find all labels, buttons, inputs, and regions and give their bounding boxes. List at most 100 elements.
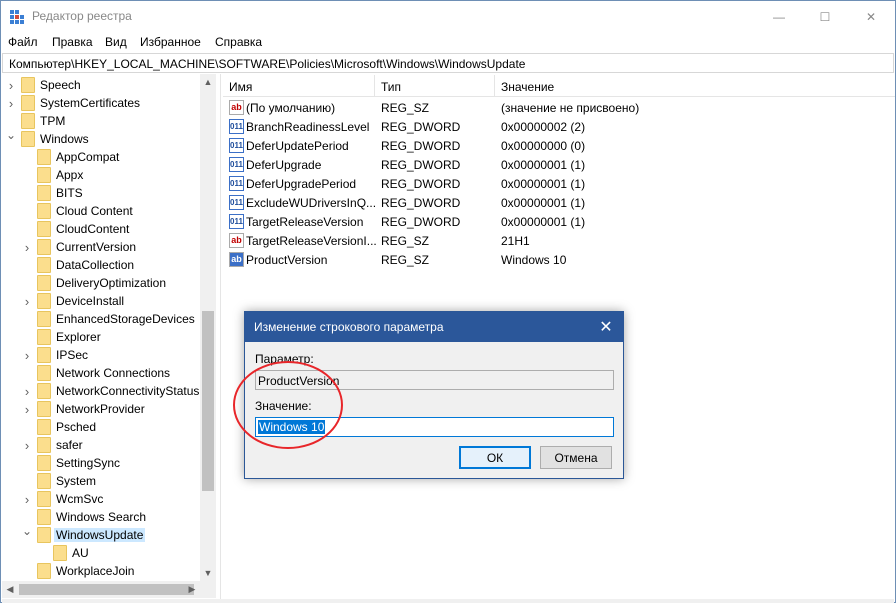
menu-help[interactable]: Справка bbox=[215, 35, 262, 49]
value-row[interactable]: 011 TargetReleaseVersion REG_DWORD 0x000000… bbox=[223, 212, 895, 231]
tree-item[interactable]: › NetworkProvider bbox=[2, 400, 202, 418]
tree-item-label: DeviceInstall bbox=[56, 294, 125, 308]
value-row[interactable]: ab ProductVersion REG_SZ Windows 10 bbox=[223, 250, 895, 269]
tree-item[interactable]: BITS bbox=[2, 184, 202, 202]
value-type: REG_DWORD bbox=[381, 158, 461, 172]
tree-item[interactable]: Appx bbox=[2, 166, 202, 184]
column-name-header[interactable]: Имя bbox=[229, 80, 252, 94]
tree-item[interactable]: Psched bbox=[2, 418, 202, 436]
tree-item[interactable]: › WcmSvc bbox=[2, 490, 202, 508]
close-button[interactable]: ✕ bbox=[848, 1, 894, 32]
column-type-header[interactable]: Тип bbox=[381, 80, 401, 94]
folder-icon bbox=[37, 365, 51, 381]
tree-hscroll-thumb[interactable] bbox=[19, 584, 194, 595]
chevron-right-icon[interactable]: › bbox=[21, 238, 33, 256]
column-separator[interactable] bbox=[494, 75, 495, 97]
chevron-right-icon[interactable]: › bbox=[5, 94, 17, 112]
tree-item[interactable]: › IPSec bbox=[2, 346, 202, 364]
address-bar[interactable]: Компьютер\HKEY_LOCAL_MACHINE\SOFTWARE\Po… bbox=[2, 53, 894, 73]
tree-item-label: CloudContent bbox=[56, 222, 130, 236]
folder-icon bbox=[37, 527, 51, 543]
tree-item-label: SystemCertificates bbox=[40, 96, 141, 110]
menu-file[interactable]: Файл bbox=[8, 35, 38, 49]
scroll-right-icon[interactable]: ▶ bbox=[184, 581, 200, 597]
cancel-button[interactable]: Отмена bbox=[540, 446, 612, 469]
chevron-down-icon[interactable]: ⌄ bbox=[5, 130, 17, 144]
folder-icon bbox=[21, 113, 35, 129]
tree-item[interactable]: › Speech bbox=[2, 76, 202, 94]
tree-item-label: BITS bbox=[56, 186, 83, 200]
maximize-icon: ☐ bbox=[819, 9, 831, 24]
tree-item[interactable]: CloudContent bbox=[2, 220, 202, 238]
tree-item[interactable]: › SystemCertificates bbox=[2, 94, 202, 112]
tree-item[interactable]: ⌄ Windows bbox=[2, 130, 202, 148]
value-row[interactable]: 011 ExcludeWUDriversInQ... REG_DWORD 0x0000… bbox=[223, 193, 895, 212]
tree-item[interactable]: › safer bbox=[2, 436, 202, 454]
value-row[interactable]: 011 DeferUpdatePeriod REG_DWORD 0x00000000 … bbox=[223, 136, 895, 155]
tree-item[interactable]: Windows Search bbox=[2, 508, 202, 526]
maximize-button[interactable]: ☐ bbox=[802, 1, 848, 32]
tree-item[interactable]: ⌄ WindowsUpdate bbox=[2, 526, 202, 544]
value-row[interactable]: 011 DeferUpgrade REG_DWORD 0x00000001 (1) bbox=[223, 155, 895, 174]
dialog-title-bar[interactable]: Изменение строкового параметра ✕ bbox=[245, 312, 623, 342]
scroll-up-icon[interactable]: ▲ bbox=[200, 74, 216, 90]
value-row[interactable]: 011 BranchReadinessLevel REG_DWORD 0x000000… bbox=[223, 117, 895, 136]
chevron-right-icon[interactable]: › bbox=[5, 76, 17, 94]
folder-icon bbox=[37, 347, 51, 363]
regedit-app-icon bbox=[10, 10, 24, 24]
chevron-right-icon[interactable]: › bbox=[21, 436, 33, 454]
tree-item[interactable]: EnhancedStorageDevices bbox=[2, 310, 202, 328]
column-value-header[interactable]: Значение bbox=[501, 80, 554, 94]
value-row[interactable]: ab (По умолчанию) REG_SZ (значение не присв… bbox=[223, 98, 895, 117]
tree-item[interactable]: DeliveryOptimization bbox=[2, 274, 202, 292]
tree-item[interactable]: SettingSync bbox=[2, 454, 202, 472]
tree-item-label: DeliveryOptimization bbox=[56, 276, 167, 290]
tree-item[interactable]: › DeviceInstall bbox=[2, 292, 202, 310]
title-bar[interactable]: Редактор реестра — ☐ ✕ bbox=[1, 1, 895, 32]
ok-button[interactable]: ОК bbox=[459, 446, 531, 469]
chevron-right-icon[interactable]: › bbox=[21, 382, 33, 400]
tree-item-label: Windows bbox=[40, 132, 89, 146]
scroll-down-icon[interactable]: ▼ bbox=[200, 565, 216, 581]
menu-favorites[interactable]: Избранное bbox=[140, 35, 201, 49]
dialog-close-button[interactable]: ✕ bbox=[589, 312, 623, 342]
value-row[interactable]: 011 DeferUpgradePeriod REG_DWORD 0x00000001… bbox=[223, 174, 895, 193]
tree-item[interactable]: AppCompat bbox=[2, 148, 202, 166]
tree-item[interactable]: TPM bbox=[2, 112, 202, 130]
tree-item[interactable]: › NetworkConnectivityStatusI bbox=[2, 382, 202, 400]
tree-item[interactable]: › CurrentVersion bbox=[2, 238, 202, 256]
chevron-right-icon[interactable]: › bbox=[21, 292, 33, 310]
folder-icon bbox=[21, 131, 35, 147]
tree-item[interactable]: Explorer bbox=[2, 328, 202, 346]
chevron-right-icon[interactable]: › bbox=[21, 400, 33, 418]
minimize-button[interactable]: — bbox=[756, 1, 802, 32]
column-separator[interactable] bbox=[374, 75, 375, 97]
tree-item[interactable]: AU bbox=[2, 544, 202, 562]
tree-item[interactable]: System bbox=[2, 472, 202, 490]
menu-edit[interactable]: Правка bbox=[52, 35, 93, 49]
menu-view[interactable]: Вид bbox=[105, 35, 127, 49]
tree-item[interactable]: DataCollection bbox=[2, 256, 202, 274]
chevron-right-icon[interactable]: › bbox=[21, 346, 33, 364]
pane-splitter[interactable] bbox=[220, 74, 221, 602]
value-type: REG_DWORD bbox=[381, 215, 461, 229]
registry-editor-window: Редактор реестра — ☐ ✕ Файл Правка Вид И… bbox=[0, 0, 896, 603]
chevron-right-icon[interactable]: › bbox=[21, 490, 33, 508]
tree-item-label: Network Connections bbox=[56, 366, 171, 380]
tree-scroll-thumb[interactable] bbox=[202, 311, 214, 491]
chevron-down-icon[interactable]: ⌄ bbox=[21, 526, 33, 540]
close-icon: ✕ bbox=[599, 319, 613, 336]
tree-item[interactable]: Cloud Content bbox=[2, 202, 202, 220]
scroll-left-icon[interactable]: ◀ bbox=[2, 581, 18, 597]
value-row[interactable]: ab TargetReleaseVersionI... REG_SZ 21H1 bbox=[223, 231, 895, 250]
value-name: (По умолчанию) bbox=[246, 101, 336, 115]
folder-icon bbox=[21, 77, 35, 93]
status-bar bbox=[2, 599, 894, 603]
tree-item[interactable]: Network Connections bbox=[2, 364, 202, 382]
tree-item[interactable]: WorkplaceJoin bbox=[2, 562, 202, 580]
